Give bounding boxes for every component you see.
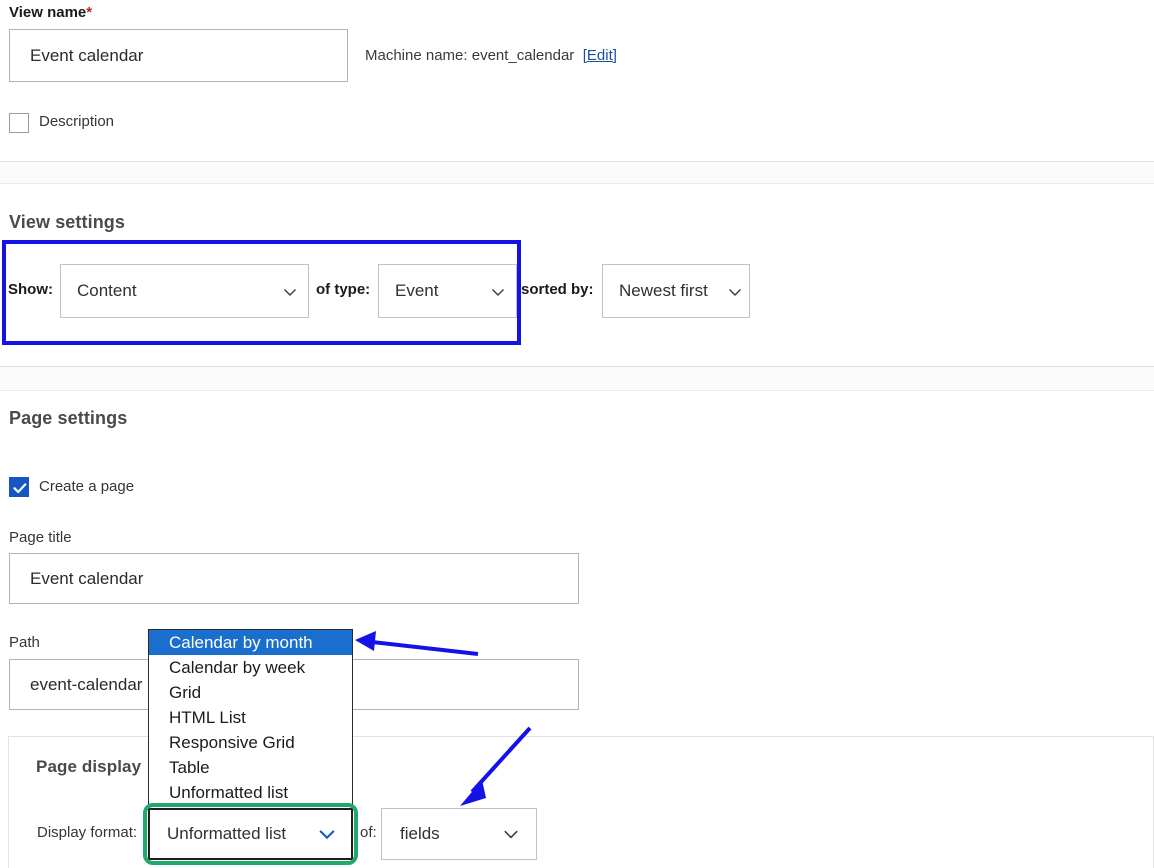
- of-type-select[interactable]: Event: [378, 264, 517, 318]
- of-type-select-value: Event: [395, 281, 439, 300]
- description-checkbox-label: Description: [39, 113, 114, 131]
- view-name-label: View name*: [9, 4, 92, 22]
- sorted-by-label-text: sorted by:: [521, 281, 594, 298]
- display-format-dropdown-list[interactable]: Calendar by month Calendar by week Grid HTM…: [148, 629, 353, 806]
- dropdown-option[interactable]: Responsive Grid: [149, 730, 352, 755]
- path-label-text: Path: [9, 634, 40, 651]
- sorted-by-select[interactable]: Newest first: [602, 264, 750, 318]
- machine-name-row: Machine name: event_calendar [Edit]: [365, 47, 617, 65]
- of-select-value: fields: [400, 824, 440, 843]
- of-type-label-text: of type:: [316, 281, 371, 298]
- create-a-page-checkbox[interactable]: [9, 477, 29, 497]
- page-title-input[interactable]: Event calendar: [9, 553, 579, 604]
- display-format-select-value: Unformatted list: [167, 824, 287, 843]
- views-wizard-page: View name* Event calendar Machine name: …: [0, 0, 1154, 868]
- view-name-label-text: View name: [9, 4, 87, 21]
- chevron-down-icon: [490, 284, 504, 298]
- view-name-input[interactable]: Event calendar: [9, 29, 348, 82]
- display-format-label-text: Display format:: [37, 824, 138, 841]
- view-settings-heading: View settings: [9, 212, 125, 233]
- page-title-input-value: Event calendar: [30, 568, 144, 588]
- dropdown-option[interactable]: Table: [149, 755, 352, 780]
- page-settings-title-text: Page settings: [9, 408, 128, 428]
- sorted-by-select-value: Newest first: [619, 281, 708, 300]
- checkmark-icon: [13, 483, 27, 494]
- machine-name-edit-link[interactable]: [Edit]: [583, 47, 617, 64]
- chevron-down-icon: [727, 284, 741, 298]
- page-display-title-text: Page display: [36, 757, 142, 776]
- dropdown-option[interactable]: Calendar by week: [149, 655, 352, 680]
- machine-name-text: Machine name: event_calendar: [365, 47, 575, 64]
- show-label-text: Show:: [8, 281, 53, 298]
- dropdown-option[interactable]: Calendar by month: [149, 630, 352, 655]
- dropdown-option[interactable]: Grid: [149, 680, 352, 705]
- of-label-text: of:: [360, 824, 377, 841]
- description-checkbox[interactable]: [9, 113, 29, 133]
- chevron-down-icon: [282, 284, 296, 298]
- show-select-value: Content: [77, 281, 137, 300]
- path-input-value: event-calendar: [30, 674, 143, 694]
- chevron-down-icon: [317, 824, 337, 844]
- path-label: Path: [9, 634, 40, 652]
- of-type-label: of type:: [316, 281, 370, 299]
- show-select[interactable]: Content: [60, 264, 309, 318]
- section-divider-1: [0, 161, 1154, 184]
- show-label: Show:: [8, 281, 53, 299]
- create-a-page-label: Create a page: [39, 478, 134, 496]
- section-divider-2: [0, 366, 1154, 391]
- view-settings-title-text: View settings: [9, 212, 126, 232]
- chevron-down-icon: [502, 825, 520, 843]
- view-name-input-value: Event calendar: [30, 45, 144, 65]
- display-format-select[interactable]: Unformatted list: [148, 808, 353, 860]
- page-display-heading: Page display: [36, 757, 141, 777]
- page-settings-heading: Page settings: [9, 408, 127, 429]
- dropdown-option[interactable]: Unformatted list: [149, 780, 352, 805]
- page-title-label-text: Page title: [9, 529, 72, 546]
- of-label: of:: [360, 824, 377, 842]
- description-label-text: Description: [39, 113, 115, 130]
- page-title-label: Page title: [9, 529, 72, 547]
- display-format-label: Display format:: [37, 824, 137, 842]
- dropdown-option[interactable]: HTML List: [149, 705, 352, 730]
- sorted-by-label: sorted by:: [521, 281, 594, 299]
- create-a-page-label-text: Create a page: [39, 478, 135, 495]
- required-asterisk: *: [86, 4, 93, 21]
- of-select[interactable]: fields: [381, 808, 537, 860]
